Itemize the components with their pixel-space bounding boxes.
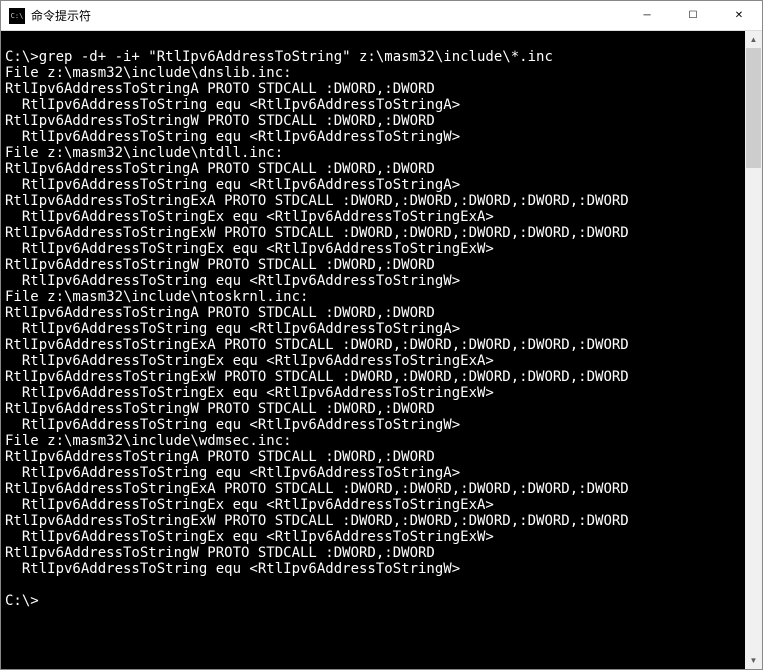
arrow-up-icon: ▲ bbox=[750, 35, 758, 44]
maximize-button[interactable]: ☐ bbox=[670, 1, 716, 30]
scrollbar[interactable]: ▲ ▼ bbox=[745, 31, 762, 669]
scrollbar-down-arrow[interactable]: ▼ bbox=[745, 652, 762, 669]
cmd-icon bbox=[9, 8, 25, 24]
terminal-wrapper: C:\>grep -d+ -i+ "RtlIpv6AddressToString… bbox=[1, 31, 762, 669]
window-title: 命令提示符 bbox=[31, 7, 624, 24]
close-icon: ✕ bbox=[735, 10, 743, 21]
minimize-icon: ─ bbox=[643, 10, 650, 21]
scrollbar-up-arrow[interactable]: ▲ bbox=[745, 31, 762, 48]
command-prompt-window: 命令提示符 ─ ☐ ✕ C:\>grep -d+ -i+ "RtlIpv6Add… bbox=[0, 0, 763, 670]
minimize-button[interactable]: ─ bbox=[624, 1, 670, 30]
arrow-down-icon: ▼ bbox=[750, 656, 758, 665]
terminal-output[interactable]: C:\>grep -d+ -i+ "RtlIpv6AddressToString… bbox=[1, 31, 745, 669]
title-buttons: ─ ☐ ✕ bbox=[624, 1, 762, 30]
maximize-icon: ☐ bbox=[689, 10, 698, 21]
scrollbar-thumb[interactable] bbox=[746, 48, 761, 168]
close-button[interactable]: ✕ bbox=[716, 1, 762, 30]
titlebar[interactable]: 命令提示符 ─ ☐ ✕ bbox=[1, 1, 762, 31]
